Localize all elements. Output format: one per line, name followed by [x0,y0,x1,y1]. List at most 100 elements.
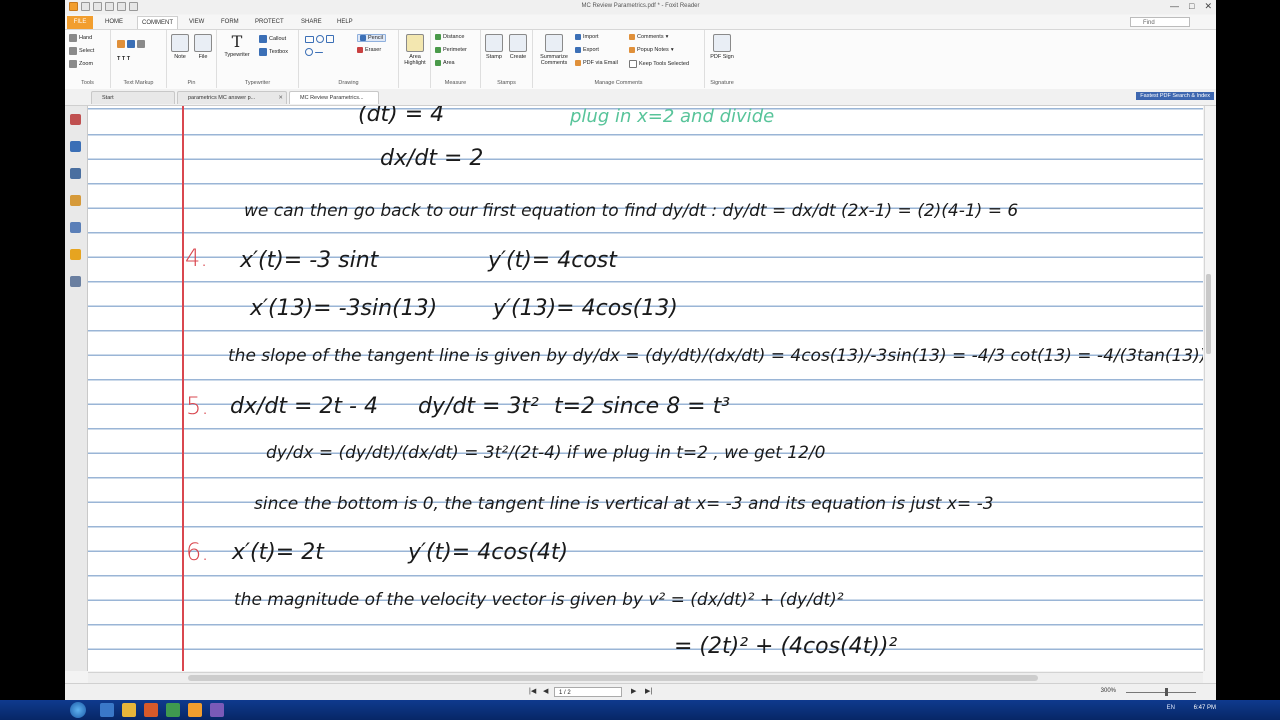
tab-start[interactable]: Start [91,91,175,104]
select-tool[interactable]: Select [69,47,94,55]
tab-file[interactable]: FILE [67,16,93,29]
status-bar: |◀ ◀ 1 / 2 ▶ ▶| 300% [65,683,1216,701]
create-stamp-button[interactable]: Create [507,34,529,60]
search-input[interactable]: Find [1130,17,1190,27]
tab-comment[interactable]: COMMENT [137,16,178,30]
zoom-tool[interactable]: Zoom [69,60,93,68]
taskbar-foxit-icon[interactable] [188,703,202,717]
taskbar-app-1-icon[interactable] [100,703,114,717]
area-highlight-button[interactable]: Area Highlight [401,34,429,66]
attachments-icon[interactable] [70,222,81,233]
perimeter-icon [435,47,441,53]
document-tab-bar: Start parametrics MC answer p... ✕ MC Rev… [65,89,1216,106]
import-button[interactable]: Import [575,34,599,40]
next-page-button[interactable]: ▶ [631,687,636,695]
p5-slope: dy/dx = (dy/dt)/(dx/dt) = 3t²/(2t-4) if … [266,443,826,463]
problem-5-number: 5. [186,392,209,420]
p4-slope: the slope of the tangent line is given b… [228,346,1203,366]
tab-view[interactable]: VIEW [185,17,208,28]
p6-expansion: = (2t)² + (4cos(4t))² [674,634,898,659]
comments-panel-icon[interactable] [70,195,81,206]
text-markup-tools[interactable]: T T T [117,56,130,62]
note-button[interactable]: Note [170,34,190,60]
summarize-comments-button[interactable]: Summarize Comments [535,34,573,66]
taskbar-app-2-icon[interactable] [122,703,136,717]
group-pin: Note File Pin [167,30,217,88]
pencil-button[interactable]: Pencil [357,34,386,42]
first-page-button[interactable]: |◀ [529,687,536,695]
keep-tools-selected-checkbox[interactable]: Keep Tools Selected [629,60,689,68]
eraser-icon [357,47,363,53]
previous-page-button[interactable]: ◀ [543,687,548,695]
create-stamp-icon [509,34,527,52]
checkbox-icon [629,60,637,68]
tab-home[interactable]: HOME [101,17,127,28]
popup-notes-icon [629,47,635,53]
p4-x-at-13: x′(13)= -3sin(13) [250,296,438,321]
comments-dropdown[interactable]: Comments ▾ [629,34,668,40]
tab-answer-pdf[interactable]: parametrics MC answer p... ✕ [177,91,287,104]
file-attach-button[interactable]: File [193,34,213,60]
p4-x-derivative: x′(t)= -3 sint [240,248,379,273]
taskbar-app-6-icon[interactable] [210,703,224,717]
horizontal-scroll-thumb[interactable] [188,675,1038,681]
p6-y-derivative: y′(t)= 4cos(4t) [408,540,569,565]
layers-icon[interactable] [70,168,81,179]
signature-panel-icon[interactable] [70,276,81,287]
close-tab-icon[interactable]: ✕ [278,92,283,104]
last-page-button[interactable]: ▶| [645,687,652,695]
taskbar-app-4-icon[interactable] [166,703,180,717]
window-title: MC Review Parametrics.pdf * - Foxit Read… [581,3,700,9]
note-dxdt: dx/dt = 2 [380,146,484,171]
shape-tools-row1[interactable] [305,35,334,43]
tab-form[interactable]: FORM [217,17,243,28]
cloud-icon [305,48,313,56]
lock-icon[interactable] [70,249,81,260]
stamp-button[interactable]: Stamp [483,34,505,60]
minimize-button[interactable]: — [1170,1,1179,12]
group-drawing: Pencil Eraser Drawing [299,30,399,88]
tab-share[interactable]: SHARE [297,17,326,28]
taskbar-app-3-icon[interactable] [144,703,158,717]
popup-notes-dropdown[interactable]: Popup Notes ▾ [629,47,674,53]
area-button[interactable]: Area [435,60,455,66]
tab-protect[interactable]: PROTECT [251,17,288,28]
shape-tools-row2[interactable] [305,48,323,56]
maximize-button[interactable]: □ [1189,1,1194,12]
vertical-scroll-thumb[interactable] [1206,274,1211,354]
callout-button[interactable]: Callout [259,35,286,43]
vertical-scrollbar[interactable] [1204,106,1213,671]
eraser-button[interactable]: Eraser [357,47,381,53]
zoom-level[interactable]: 300% [1101,688,1116,694]
tab-review-pdf[interactable]: MC Review Parametrics... [289,91,379,104]
pdf-via-email-button[interactable]: PDF via Email [575,60,618,66]
system-clock[interactable]: 6:47 PM [1194,705,1216,711]
language-indicator[interactable]: EN [1167,705,1175,711]
page-number-input[interactable]: 1 / 2 [554,687,622,697]
strikeout-icon [137,40,145,48]
textbox-button[interactable]: Textbox [259,48,288,56]
pdf-page[interactable]: (dt) = 4 plug in x=2 and divide dx/dt = … [88,106,1203,671]
pages-icon[interactable] [70,141,81,152]
zoom-slider[interactable] [1126,692,1196,693]
export-button[interactable]: Export [575,47,599,53]
fastest-search-banner[interactable]: Fastest PDF Search & Index [1136,92,1214,100]
distance-button[interactable]: Distance [435,34,464,40]
hand-icon [69,34,77,42]
zoom-slider-handle[interactable] [1165,688,1168,696]
notebook-rules [88,106,1203,671]
perimeter-button[interactable]: Perimeter [435,47,467,53]
tab-help[interactable]: HELP [333,17,357,28]
bookmark-icon[interactable] [70,114,81,125]
close-button[interactable]: ✕ [1204,1,1212,12]
p5-conclusion: since the bottom is 0, the tangent line … [254,494,994,514]
pdf-sign-button[interactable]: PDF Sign [709,34,735,60]
hand-tool[interactable]: Hand [69,34,92,42]
highlight-tools[interactable] [117,40,145,48]
horizontal-scrollbar[interactable] [88,672,1203,683]
import-icon [575,34,581,40]
ribbon-tab-bar: FILE HOME COMMENT VIEW FORM PROTECT SHAR… [65,15,1216,30]
typewriter-button[interactable]: T Typewriter [219,34,255,59]
oval-icon [316,35,324,43]
start-button[interactable] [70,702,86,718]
